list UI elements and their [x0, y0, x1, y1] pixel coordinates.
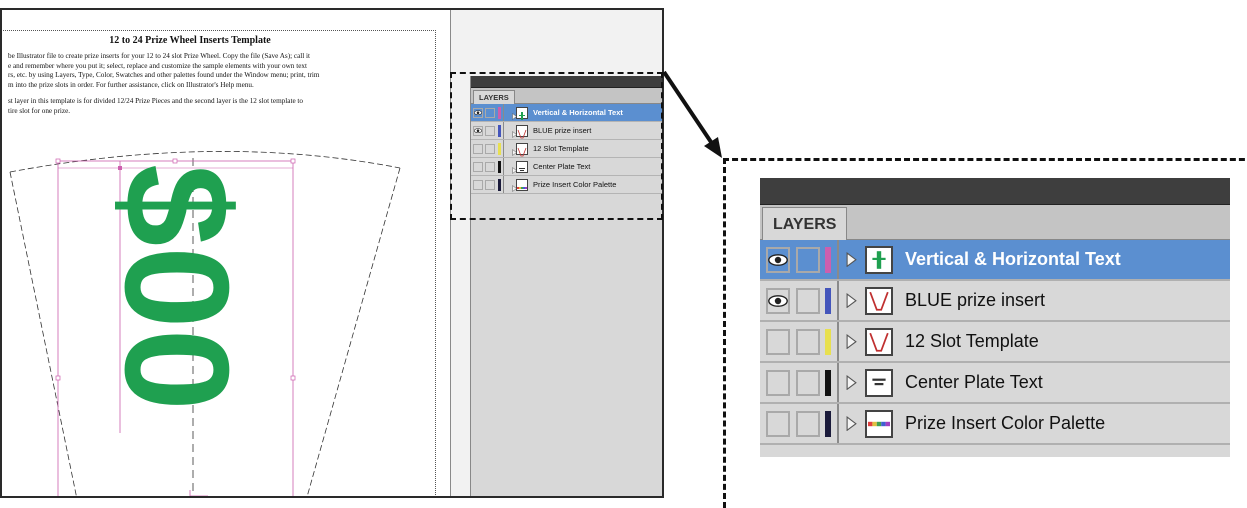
layer-row-zoomed[interactable]: 12 Slot Template [760, 322, 1230, 363]
column-divider [837, 404, 839, 443]
layer-name: Prize Insert Color Palette [905, 413, 1106, 433]
visibility-toggle[interactable] [766, 246, 790, 273]
panel-tabbar-zoomed: LAYERS [760, 205, 1230, 240]
lock-toggle[interactable] [796, 246, 820, 273]
text-thumb-icon [865, 245, 893, 274]
layer-color-swatch [825, 328, 831, 355]
column-divider [837, 363, 839, 402]
prize-insert-thumb-icon [865, 286, 893, 315]
visibility-toggle[interactable] [766, 410, 790, 437]
lock-toggle[interactable] [796, 410, 820, 437]
layer-color-swatch [825, 410, 831, 437]
color-palette-thumb-icon [865, 409, 893, 438]
triangle-right-icon[interactable] [846, 374, 857, 391]
triangle-right-icon[interactable] [846, 292, 857, 309]
layer-row-zoomed[interactable]: BLUE prize insert [760, 281, 1230, 322]
panel-title-bar-zoomed[interactable] [760, 178, 1230, 205]
triangle-right-icon[interactable] [846, 415, 857, 432]
lock-toggle[interactable] [796, 328, 820, 355]
layer-color-swatch [825, 369, 831, 396]
layer-name: BLUE prize insert [905, 290, 1046, 310]
layer-row-zoomed[interactable]: Center Plate Text [760, 363, 1230, 404]
layer-name: Center Plate Text [905, 372, 1043, 392]
center-plate-thumb-icon [865, 368, 893, 397]
column-divider [837, 322, 839, 361]
tab-layers-zoomed[interactable]: LAYERS [762, 207, 848, 240]
visibility-toggle[interactable] [766, 328, 790, 355]
slot-template-thumb-icon [865, 327, 893, 356]
visibility-toggle[interactable] [766, 369, 790, 396]
layer-row-zoomed[interactable]: Prize Insert Color Palette [760, 404, 1230, 445]
layer-name: Vertical & Horizontal Text [905, 249, 1121, 269]
triangle-right-icon[interactable] [846, 251, 857, 268]
layer-row-zoomed[interactable]: Vertical & Horizontal Text [760, 240, 1230, 281]
layers-panel-zoomed: LAYERS Vertical & Horizontal Text BLUE pr… [760, 178, 1230, 457]
triangle-right-icon[interactable] [846, 333, 857, 350]
eye-icon[interactable] [768, 294, 788, 307]
layer-name: 12 Slot Template [905, 331, 1039, 351]
eye-icon[interactable] [768, 253, 788, 266]
lock-toggle[interactable] [796, 287, 820, 314]
column-divider [837, 240, 839, 279]
layer-color-swatch [825, 287, 831, 314]
layer-color-swatch [825, 246, 831, 273]
layers-list-zoomed: Vertical & Horizontal Text BLUE prize ins… [760, 240, 1230, 445]
lock-toggle[interactable] [796, 369, 820, 396]
visibility-toggle[interactable] [766, 287, 790, 314]
column-divider [837, 281, 839, 320]
